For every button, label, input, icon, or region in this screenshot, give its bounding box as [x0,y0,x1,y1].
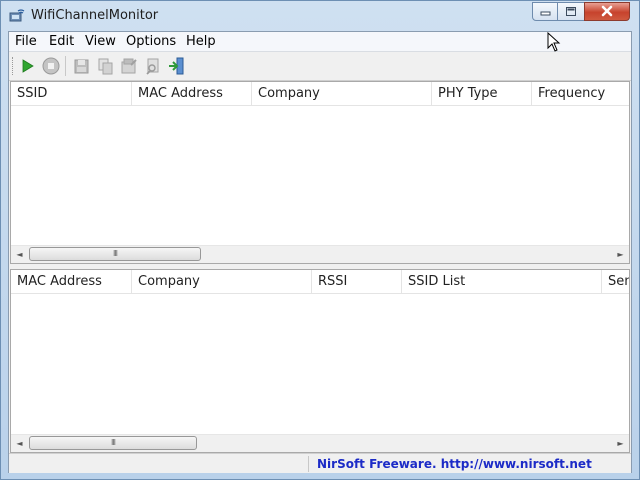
minimize-button[interactable] [532,2,558,21]
column-header-phy-type[interactable]: PHY Type [432,82,532,105]
column-header-ssid[interactable]: SSID [11,82,132,105]
status-bar: NirSoft Freeware. http://www.nirsoft.net [9,453,631,473]
start-capture-button[interactable] [17,56,37,76]
column-header-company[interactable]: Company [132,270,312,293]
scroll-left-arrow-icon[interactable]: ◄ [11,435,28,452]
scroll-right-arrow-icon[interactable]: ► [612,435,629,452]
column-header-mac-address[interactable]: MAC Address [132,82,252,105]
save-button[interactable] [71,56,91,76]
close-icon [601,5,613,17]
nirsoft-link[interactable]: NirSoft Freeware. http://www.nirsoft.net [317,457,592,471]
scroll-left-arrow-icon[interactable]: ◄ [11,246,28,263]
upper-scroll-thumb[interactable]: III [29,247,201,261]
menu-edit[interactable]: Edit [49,34,74,49]
status-cell [9,456,309,472]
exit-button[interactable] [167,56,187,76]
close-button[interactable] [584,2,630,21]
find-icon [146,58,159,75]
wifi-monitor-app-icon [9,9,25,22]
find-button[interactable] [143,56,163,76]
menu-view[interactable]: View [85,34,116,49]
properties-button[interactable] [119,56,139,76]
column-header-mac-address[interactable]: MAC Address [11,270,132,293]
minimize-icon [540,11,551,16]
column-header-sent[interactable]: Sent [602,270,629,293]
scroll-right-arrow-icon[interactable]: ► [612,246,629,263]
stations-list-header: MAC Address Company RSSI SSID List Sent [11,270,629,294]
lower-scroll-thumb[interactable]: III [29,436,197,450]
menu-bar: File Edit View Options Help [9,32,631,52]
copy-button[interactable] [95,56,115,76]
column-header-rssi[interactable]: RSSI [312,270,402,293]
toolbar-grip[interactable] [12,57,15,75]
mouse-cursor-icon [547,32,561,52]
upper-horizontal-scrollbar[interactable]: ◄ III ► [11,245,629,263]
column-header-ssid-list[interactable]: SSID List [402,270,602,293]
lower-horizontal-scrollbar[interactable]: ◄ III ► [11,434,629,452]
app-window: WifiChannelMonitor File Edit View Option… [0,0,640,480]
properties-icon [121,58,137,74]
toolbar-separator [65,56,66,76]
menu-file[interactable]: File [15,34,37,49]
window-title: WifiChannelMonitor [31,8,159,23]
copy-icon [98,58,113,75]
maximize-icon [566,7,576,16]
column-header-company[interactable]: Company [252,82,432,105]
save-icon [74,59,89,74]
menu-options[interactable]: Options [126,34,176,49]
stop-icon [42,57,60,75]
toolbar [9,52,631,81]
title-bar[interactable]: WifiChannelMonitor [1,1,639,31]
access-points-list-header: SSID MAC Address Company PHY Type Freque… [11,82,629,106]
stop-capture-button[interactable] [41,56,61,76]
play-icon [22,59,34,73]
access-points-list[interactable]: SSID MAC Address Company PHY Type Freque… [10,81,630,264]
exit-icon [169,57,184,75]
menu-help[interactable]: Help [186,34,216,49]
column-header-frequency[interactable]: Frequency [532,82,629,105]
stations-list[interactable]: MAC Address Company RSSI SSID List Sent … [10,269,630,453]
client-area: File Edit View Options Help SSID MAC Add… [8,31,632,473]
maximize-button[interactable] [557,2,585,21]
